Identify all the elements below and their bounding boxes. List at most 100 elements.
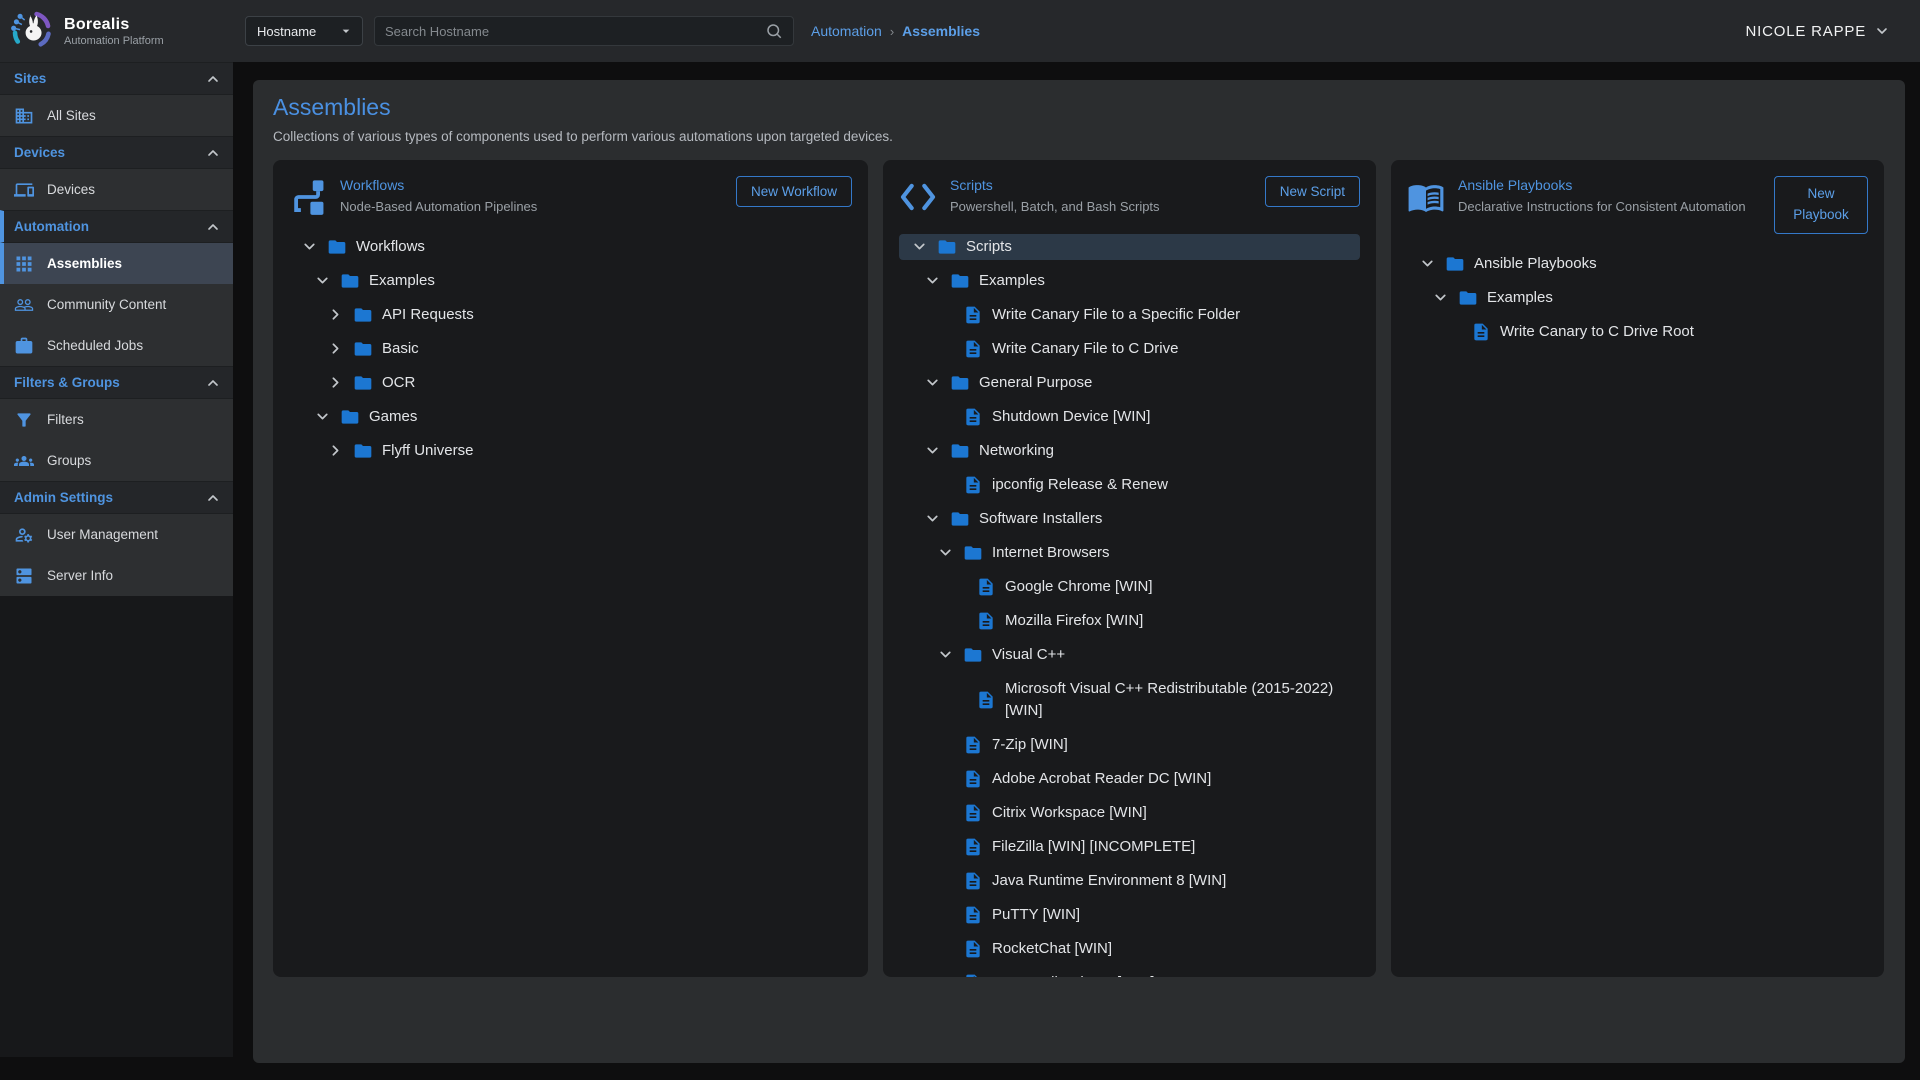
file-icon	[976, 611, 996, 631]
tree-item-api-requests[interactable]: API Requests	[289, 302, 852, 328]
file-icon	[963, 407, 983, 427]
user-menu[interactable]: NICOLE RAPPE	[1746, 23, 1890, 40]
sidebar-item-filters[interactable]: Filters	[0, 399, 233, 440]
tree-item-general-purpose[interactable]: General Purpose	[899, 370, 1360, 396]
tree-item-write-canary-file-to-c-drive[interactable]: Write Canary File to C Drive	[899, 336, 1360, 362]
tree-item-java-runtime-environment-8-win[interactable]: Java Runtime Environment 8 [WIN]	[899, 868, 1360, 894]
brand-tagline: Automation Platform	[64, 35, 164, 47]
sidebar-item-server-info[interactable]: Server Info	[0, 555, 233, 596]
new-playbook-button[interactable]: New Playbook	[1774, 176, 1868, 234]
tree-item-citrix-workspace-win[interactable]: Citrix Workspace [WIN]	[899, 800, 1360, 826]
tree-item-adobe-acrobat-reader-dc-win[interactable]: Adobe Acrobat Reader DC [WIN]	[899, 766, 1360, 792]
tree-item-label: Examples	[369, 270, 435, 292]
chevron-down-icon[interactable]	[314, 272, 340, 290]
chevron-up-icon	[205, 375, 221, 391]
breadcrumb-automation[interactable]: Automation	[811, 23, 882, 39]
brand: Borealis Automation Platform	[0, 9, 233, 53]
tree-item-vlc-media-player-win[interactable]: VLC Media Player [WIN]	[899, 970, 1360, 977]
new-workflow-button[interactable]: New Workflow	[736, 176, 852, 207]
tree-item-shutdown-device-win[interactable]: Shutdown Device [WIN]	[899, 404, 1360, 430]
new-script-button[interactable]: New Script	[1265, 176, 1360, 207]
tree-item-basic[interactable]: Basic	[289, 336, 852, 362]
file-icon	[1471, 322, 1491, 342]
chevron-spacer	[937, 340, 963, 358]
tree-item-write-canary-file-to-a-specific-folder[interactable]: Write Canary File to a Specific Folder	[899, 302, 1360, 328]
tree-item-rocketchat-win[interactable]: RocketChat [WIN]	[899, 936, 1360, 962]
chevron-spacer	[1445, 323, 1471, 341]
chevron-down-icon[interactable]	[937, 646, 963, 664]
tree-item-label: Internet Browsers	[992, 542, 1110, 564]
tree-item-internet-browsers[interactable]: Internet Browsers	[899, 540, 1360, 566]
tree-item-examples[interactable]: Examples	[1407, 285, 1868, 311]
chevron-down-icon[interactable]	[1419, 255, 1445, 273]
tree-item-putty-win[interactable]: PuTTY [WIN]	[899, 902, 1360, 928]
chevron-right-icon[interactable]	[327, 306, 353, 324]
chevron-spacer	[950, 578, 976, 596]
folder-icon	[950, 509, 970, 529]
sidebar-section-header-filters-groups[interactable]: Filters & Groups	[0, 366, 233, 399]
tree-item-examples[interactable]: Examples	[899, 268, 1360, 294]
sidebar-item-devices[interactable]: Devices	[0, 169, 233, 210]
tree-item-microsoft-visual-c-redistributable-2015-2022-win[interactable]: Microsoft Visual C++ Redistributable (20…	[899, 676, 1360, 724]
file-icon	[963, 973, 983, 977]
chevron-down-icon[interactable]	[924, 510, 950, 528]
chevron-down-icon[interactable]	[924, 272, 950, 290]
tree-item-mozilla-firefox-win[interactable]: Mozilla Firefox [WIN]	[899, 608, 1360, 634]
tree-item-write-canary-to-c-drive-root[interactable]: Write Canary to C Drive Root	[1407, 319, 1868, 345]
sidebar-item-community-content[interactable]: Community Content	[0, 284, 233, 325]
sidebar-section-automation: Automation Assemblies Community ContentSch…	[0, 210, 233, 366]
chevron-right-icon[interactable]	[327, 442, 353, 460]
tree-item-scripts[interactable]: Scripts	[899, 234, 1360, 260]
sidebar-item-all-sites[interactable]: All Sites	[0, 95, 233, 136]
sidebar-section-header-admin-settings[interactable]: Admin Settings	[0, 481, 233, 514]
sidebar-section-header-sites[interactable]: Sites	[0, 62, 233, 95]
tree-item-workflows[interactable]: Workflows	[289, 234, 852, 260]
sidebar-item-scheduled-jobs[interactable]: Scheduled Jobs	[0, 325, 233, 366]
tree-item-examples[interactable]: Examples	[289, 268, 852, 294]
chevron-down-icon[interactable]	[937, 544, 963, 562]
filter-icon	[14, 410, 34, 430]
chevron-right-icon[interactable]	[327, 340, 353, 358]
tree-item-filezilla-win-incomplete[interactable]: FileZilla [WIN] [INCOMPLETE]	[899, 834, 1360, 860]
tree-item-software-installers[interactable]: Software Installers	[899, 506, 1360, 532]
tree-item-label: Write Canary File to a Specific Folder	[992, 304, 1240, 326]
search-input[interactable]	[385, 24, 765, 39]
tree-item-networking[interactable]: Networking	[899, 438, 1360, 464]
chevron-spacer	[937, 804, 963, 822]
chevron-down-icon[interactable]	[924, 374, 950, 392]
tree-item-label: General Purpose	[979, 372, 1092, 394]
tree-item-ansible-playbooks[interactable]: Ansible Playbooks	[1407, 251, 1868, 277]
chevron-right-icon[interactable]	[327, 374, 353, 392]
sidebar-item-label: Assemblies	[47, 256, 122, 271]
tree-item-label: API Requests	[382, 304, 474, 326]
sidebar-item-assemblies[interactable]: Assemblies	[0, 243, 233, 284]
file-icon	[963, 939, 983, 959]
tree-item-visual-c[interactable]: Visual C++	[899, 642, 1360, 668]
tree-item-ipconfig-release-renew[interactable]: ipconfig Release & Renew	[899, 472, 1360, 498]
tree-item-ocr[interactable]: OCR	[289, 370, 852, 396]
hostname-select[interactable]: Hostname	[245, 16, 363, 46]
sidebar-section-header-devices[interactable]: Devices	[0, 136, 233, 169]
chevron-down-icon[interactable]	[911, 238, 937, 256]
panel-ansible-playbooks: Ansible PlaybooksDeclarative Instruction…	[1391, 160, 1884, 977]
panel-header: ScriptsPowershell, Batch, and Bash Scrip…	[899, 176, 1360, 217]
panel-title: Ansible Playbooks	[1458, 177, 1764, 193]
tree-item-label: Visual C++	[992, 644, 1065, 666]
search-icon[interactable]	[765, 22, 783, 40]
sidebar-item-user-management[interactable]: User Management	[0, 514, 233, 555]
sidebar-item-groups[interactable]: Groups	[0, 440, 233, 481]
chevron-down-icon[interactable]	[1432, 289, 1458, 307]
tree-item-flyff-universe[interactable]: Flyff Universe	[289, 438, 852, 464]
tree-item-games[interactable]: Games	[289, 404, 852, 430]
tree-item-google-chrome-win[interactable]: Google Chrome [WIN]	[899, 574, 1360, 600]
sidebar-section-header-automation[interactable]: Automation	[0, 210, 233, 243]
breadcrumb-assemblies[interactable]: Assemblies	[902, 23, 980, 39]
tree-item-7-zip-win[interactable]: 7-Zip [WIN]	[899, 732, 1360, 758]
panel-header: Ansible PlaybooksDeclarative Instruction…	[1407, 176, 1868, 234]
tree-item-label: RocketChat [WIN]	[992, 938, 1112, 960]
chevron-down-icon[interactable]	[924, 442, 950, 460]
chevron-down-icon[interactable]	[314, 408, 340, 426]
tree-item-label: PuTTY [WIN]	[992, 904, 1080, 926]
sidebar-section-sites: SitesAll Sites	[0, 62, 233, 136]
chevron-down-icon[interactable]	[301, 238, 327, 256]
